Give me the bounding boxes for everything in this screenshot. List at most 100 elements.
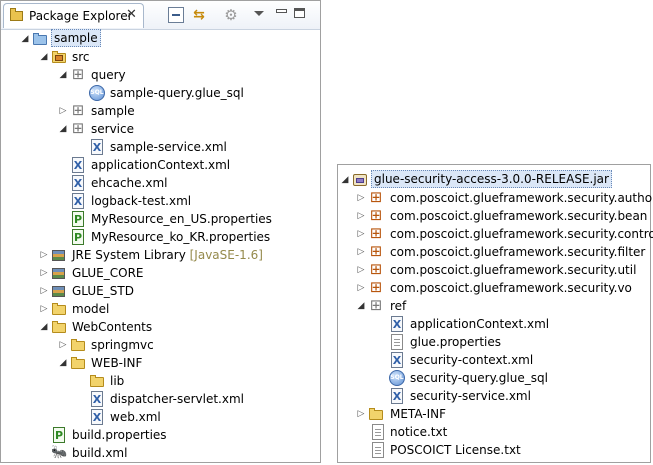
collapse-arrow-icon[interactable]: ▷ bbox=[356, 279, 366, 297]
ant-file-icon: 🐜 bbox=[51, 445, 68, 460]
tree-item-file[interactable]: X applicationContext.xml bbox=[1, 156, 320, 174]
sql-file-icon: SQL bbox=[89, 85, 105, 101]
xml-file-icon: X bbox=[72, 157, 84, 173]
properties-file-icon: P bbox=[72, 229, 84, 245]
tree-item-library[interactable]: ▷ GLUE_STD bbox=[1, 282, 320, 300]
collapse-arrow-icon[interactable]: ▷ bbox=[39, 300, 49, 318]
tree-item-package[interactable]: ▷ com.poscoict.glueframework.security.ut… bbox=[338, 261, 650, 279]
package-icon bbox=[368, 225, 384, 242]
tree-item-file[interactable]: 🐜 build.xml bbox=[1, 444, 320, 462]
expand-arrow-icon[interactable]: ◢ bbox=[20, 30, 30, 48]
tab-package-explorer[interactable]: Package Explorer ✕ bbox=[3, 3, 144, 28]
properties-file-icon: P bbox=[72, 211, 84, 227]
package-explorer-icon bbox=[10, 8, 23, 21]
expand-arrow-icon[interactable]: ◢ bbox=[340, 171, 350, 189]
tree-item-file[interactable]: X sample-service.xml bbox=[1, 138, 320, 156]
tree-item-jar[interactable]: ◢ glue-security-access-3.0.0-RELEASE.jar bbox=[338, 170, 650, 189]
folder-icon bbox=[51, 301, 67, 317]
tree-item-folder[interactable]: lib bbox=[1, 372, 320, 390]
tree-item-folder[interactable]: ▷ springmvc bbox=[1, 336, 320, 354]
tree-item-package[interactable]: ◢ query bbox=[1, 66, 320, 84]
source-folder-icon bbox=[51, 49, 67, 65]
xml-file-icon: X bbox=[391, 316, 403, 332]
folder-icon bbox=[89, 373, 105, 389]
collapse-arrow-icon[interactable]: ▷ bbox=[58, 102, 68, 120]
tree-item-file[interactable]: glue.properties bbox=[338, 333, 650, 351]
tree-item-file[interactable]: SQL sample-query.glue_sql bbox=[1, 84, 320, 102]
tree-item-file[interactable]: P MyResource_ko_KR.properties bbox=[1, 228, 320, 246]
focus-icon[interactable]: ⚙ bbox=[223, 7, 239, 23]
tree-item-file[interactable]: notice.txt bbox=[338, 423, 650, 441]
tree-item-file[interactable]: X security-service.xml bbox=[338, 387, 650, 405]
library-icon bbox=[51, 247, 67, 263]
library-icon bbox=[51, 283, 67, 299]
xml-file-icon: X bbox=[91, 391, 103, 407]
project-icon bbox=[32, 31, 48, 47]
tree-item-file[interactable]: X dispatcher-servlet.xml bbox=[1, 390, 320, 408]
text-file-icon bbox=[372, 442, 384, 458]
library-label: JRE System Library bbox=[72, 248, 186, 262]
jar-contents-view: ◢ glue-security-access-3.0.0-RELEASE.jar… bbox=[337, 164, 653, 463]
expand-arrow-icon[interactable]: ◢ bbox=[58, 354, 68, 372]
expand-arrow-icon[interactable]: ◢ bbox=[39, 48, 49, 66]
tree-item-package[interactable]: ▷ com.poscoict.glueframework.security.be… bbox=[338, 207, 650, 225]
tree-item-source-folder[interactable]: ◢ src bbox=[1, 48, 320, 66]
tree-item-file[interactable]: P MyResource_en_US.properties bbox=[1, 210, 320, 228]
collapse-arrow-icon[interactable]: ▷ bbox=[356, 189, 366, 207]
library-decoration: [JavaSE-1.6] bbox=[189, 248, 263, 262]
tree-item-project[interactable]: ◢ sample bbox=[1, 29, 320, 48]
folder-icon bbox=[368, 406, 384, 422]
tree-item-package[interactable]: ▷ com.poscoict.glueframework.security.au… bbox=[338, 189, 653, 207]
tree-item-package[interactable]: ▷ com.poscoict.glueframework.security.vo bbox=[338, 279, 650, 297]
xml-file-icon: X bbox=[72, 175, 84, 191]
tree-item-file[interactable]: X logback-test.xml bbox=[1, 192, 320, 210]
tree-item-package[interactable]: ▷ com.poscoict.glueframework.security.co… bbox=[338, 225, 653, 243]
collapse-arrow-icon[interactable]: ▷ bbox=[58, 336, 68, 354]
package-icon bbox=[70, 102, 86, 119]
collapse-arrow-icon[interactable]: ▷ bbox=[39, 282, 49, 300]
expand-arrow-icon[interactable]: ◢ bbox=[58, 120, 68, 138]
tree-item-library[interactable]: ▷ GLUE_CORE bbox=[1, 264, 320, 282]
tree-item-package[interactable]: ◢ service bbox=[1, 120, 320, 138]
collapse-arrow-icon[interactable]: ▷ bbox=[356, 405, 366, 423]
tree-item-folder[interactable]: ▷ META-INF bbox=[338, 405, 650, 423]
collapse-arrow-icon[interactable]: ▷ bbox=[356, 243, 366, 261]
tree-item-package[interactable]: ▷ com.poscoict.glueframework.security.fi… bbox=[338, 243, 650, 261]
expand-arrow-icon[interactable]: ◢ bbox=[356, 297, 366, 315]
tree-item-file[interactable]: SQL security-query.glue_sql bbox=[338, 369, 650, 387]
view-header: Package Explorer ✕ ⇆ ⚙ bbox=[1, 1, 320, 30]
tree-item-package[interactable]: ◢ ref bbox=[338, 297, 650, 315]
collapse-arrow-icon[interactable]: ▷ bbox=[39, 264, 49, 282]
tree-item-file[interactable]: X applicationContext.xml bbox=[338, 315, 650, 333]
library-icon bbox=[51, 265, 67, 281]
tree-item-folder[interactable]: ◢ WEB-INF bbox=[1, 354, 320, 372]
tree-item-package[interactable]: ▷ sample bbox=[1, 102, 320, 120]
tree-item-file[interactable]: P build.properties bbox=[1, 426, 320, 444]
tree-item-folder[interactable]: ◢ WebContents bbox=[1, 318, 320, 336]
maximize-icon[interactable] bbox=[294, 8, 305, 18]
close-icon[interactable]: ✕ bbox=[126, 7, 137, 22]
link-with-editor-icon[interactable]: ⇆ bbox=[191, 7, 207, 23]
package-icon bbox=[368, 243, 384, 260]
minimize-icon[interactable] bbox=[276, 9, 287, 13]
collapse-arrow-icon[interactable]: ▷ bbox=[356, 207, 366, 225]
view-menu-icon[interactable] bbox=[254, 11, 264, 16]
package-icon bbox=[368, 189, 384, 206]
tree-item-folder[interactable]: ▷ model bbox=[1, 300, 320, 318]
tree-item-file[interactable]: X security-context.xml bbox=[338, 351, 650, 369]
folder-icon bbox=[51, 319, 67, 335]
collapse-all-icon[interactable] bbox=[168, 7, 184, 23]
collapse-arrow-icon[interactable]: ▷ bbox=[356, 225, 366, 243]
text-file-icon bbox=[391, 334, 403, 350]
expand-arrow-icon[interactable]: ◢ bbox=[39, 318, 49, 336]
tree-item-file[interactable]: POSCOICT License.txt bbox=[338, 441, 650, 459]
package-explorer-view: Package Explorer ✕ ⇆ ⚙ ◢ sample ◢ src ◢ … bbox=[0, 0, 321, 463]
xml-file-icon: X bbox=[91, 409, 103, 425]
tree-item-file[interactable]: X web.xml bbox=[1, 408, 320, 426]
tree-item-library[interactable]: ▷ JRE System Library [JavaSE-1.6] bbox=[1, 246, 320, 264]
text-file-icon bbox=[372, 424, 384, 440]
collapse-arrow-icon[interactable]: ▷ bbox=[39, 246, 49, 264]
collapse-arrow-icon[interactable]: ▷ bbox=[356, 261, 366, 279]
expand-arrow-icon[interactable]: ◢ bbox=[58, 66, 68, 84]
tree-item-file[interactable]: X ehcache.xml bbox=[1, 174, 320, 192]
